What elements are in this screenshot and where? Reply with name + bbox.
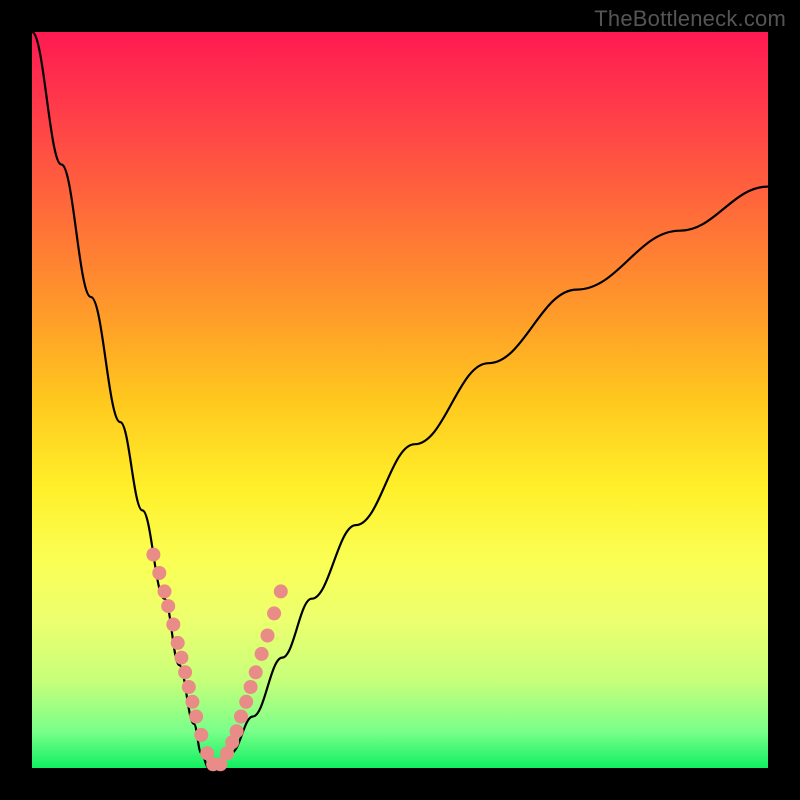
- curve-layer: [32, 32, 768, 768]
- highlight-dot: [194, 728, 208, 742]
- highlight-dot: [249, 665, 263, 679]
- chart-svg: [0, 0, 800, 800]
- dots-layer: [146, 548, 287, 772]
- highlight-dot: [182, 680, 196, 694]
- highlight-dot: [146, 548, 160, 562]
- highlight-dot: [185, 695, 199, 709]
- highlight-dot: [234, 710, 248, 724]
- highlight-dot: [161, 599, 175, 613]
- highlight-dot: [255, 647, 269, 661]
- highlight-dot: [244, 680, 258, 694]
- highlight-dot: [171, 636, 185, 650]
- highlight-dot: [152, 566, 166, 580]
- highlight-dot: [239, 695, 253, 709]
- attribution-label: TheBottleneck.com: [594, 6, 786, 32]
- highlight-dot: [274, 584, 288, 598]
- highlight-dot: [189, 710, 203, 724]
- chart-frame: TheBottleneck.com: [0, 0, 800, 800]
- highlight-dot: [178, 665, 192, 679]
- highlight-dot: [174, 651, 188, 665]
- highlight-dot: [267, 606, 281, 620]
- bottleneck-curve: [32, 32, 768, 768]
- highlight-dot: [158, 584, 172, 598]
- highlight-dot: [166, 618, 180, 632]
- highlight-dot: [230, 724, 244, 738]
- highlight-dot: [261, 629, 275, 643]
